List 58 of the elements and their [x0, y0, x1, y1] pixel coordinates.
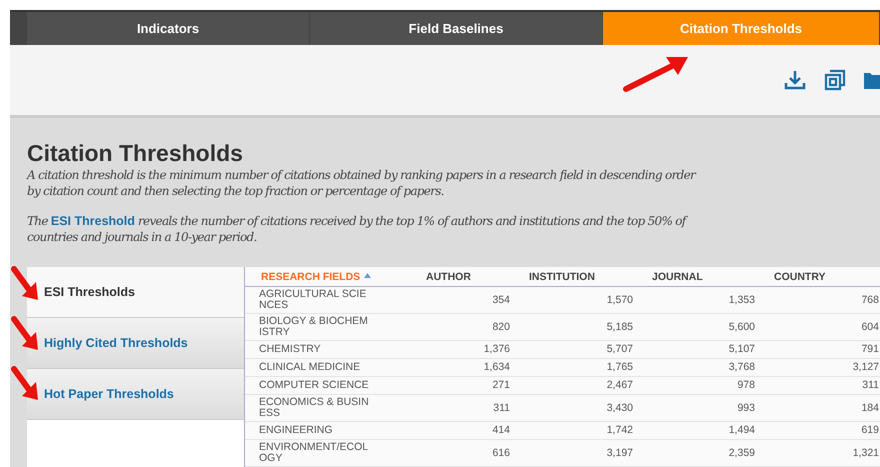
column-header[interactable]: INSTITUTION — [511, 267, 634, 286]
count-cell: 5,707 — [606, 344, 633, 355]
column-header[interactable]: COUNTRY — [756, 267, 880, 286]
pointer-arrow — [10, 266, 40, 302]
sort-up-icon — [364, 272, 372, 278]
pointer-arrow — [10, 366, 40, 402]
count-cell: 271 — [492, 380, 510, 391]
field-name-cell: ENGINEERING — [259, 425, 333, 436]
count-cell: 1,742 — [606, 425, 633, 436]
count-cell: 311 — [862, 380, 879, 391]
sidebar-item[interactable]: Hot Paper Thresholds — [27, 369, 244, 420]
field-name-cell: ECONOMICS & BUSINESS — [259, 397, 369, 419]
sidebar-item[interactable]: Highly Cited Thresholds — [27, 318, 244, 369]
count-cell: 1,494 — [728, 425, 755, 436]
count-cell: 3,197 — [606, 448, 633, 458]
download-icon[interactable] — [784, 69, 806, 91]
print-icon[interactable] — [824, 69, 846, 91]
count-cell: 5,600 — [728, 322, 755, 332]
field-name-cell: ENVIRONMENT/ECOLOGY — [259, 442, 369, 464]
count-cell: 604 — [861, 322, 879, 332]
field-name-cell: BIOLOGY & BIOCHEMISTRY — [259, 316, 369, 338]
count-cell: 3,768 — [728, 362, 755, 373]
field-name-cell: CHEMISTRY — [259, 344, 321, 355]
sidebar-item[interactable]: ESI Thresholds — [27, 267, 244, 318]
count-cell: 184 — [861, 402, 879, 414]
count-cell: 414 — [492, 425, 510, 436]
count-cell: 1,765 — [606, 362, 633, 373]
count-cell: 5,185 — [606, 322, 633, 332]
count-cell: 768 — [861, 294, 879, 306]
pointer-arrow — [10, 316, 40, 352]
description-text: A citation threshold is the minimum number of citations obtained by ranking papers in a research field in descending order by citation count and then selecting the top fraction or percentage of papers. — [27, 167, 697, 199]
column-header[interactable]: AUTHOR — [408, 267, 511, 286]
count-cell: 1,376 — [484, 344, 510, 355]
count-cell: 3,430 — [606, 402, 633, 414]
count-cell: 2,359 — [728, 448, 755, 458]
folder-icon[interactable] — [864, 70, 880, 90]
count-cell: 616 — [492, 448, 510, 458]
count-cell: 978 — [737, 380, 755, 391]
count-cell: 791 — [861, 344, 879, 355]
field-name-cell: CLINICAL MEDICINE — [259, 362, 360, 373]
threshold-note: The ESI Threshold reveals the number of citations received by the top 1% of authors and institutions and the top 50% of countries and journals in a 10-year period. — [27, 213, 689, 245]
column-header[interactable]: JOURNAL — [634, 267, 756, 286]
count-cell: 993 — [737, 402, 755, 414]
count-cell: 354 — [492, 294, 510, 306]
count-cell: 1,634 — [484, 362, 510, 373]
count-cell: 820 — [492, 322, 510, 332]
page-title: Citation Thresholds — [27, 140, 244, 167]
count-cell: 1,321 — [852, 448, 879, 458]
count-cell: 1,570 — [606, 294, 633, 306]
count-cell: 1,353 — [728, 294, 755, 306]
count-cell: 619 — [861, 425, 879, 436]
count-cell: 3,127 — [852, 362, 879, 373]
field-name-cell: COMPUTER SCIENCE — [259, 380, 369, 391]
esi-threshold-link[interactable]: ESI Threshold — [50, 214, 135, 228]
field-name-cell-text: AGRICULTURAL SCIENCES — [259, 289, 368, 311]
count-cell: 5,107 — [728, 344, 755, 355]
count-cell: 311 — [493, 402, 510, 414]
count-cell: 2,467 — [606, 380, 633, 391]
